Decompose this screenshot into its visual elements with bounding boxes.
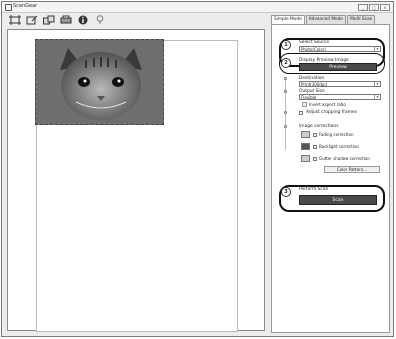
- fading-checkbox[interactable]: [313, 133, 317, 137]
- gutter-checkbox[interactable]: [313, 157, 317, 161]
- preview-button[interactable]: Preview: [299, 63, 377, 71]
- adjust-crop-checkbox[interactable]: [299, 111, 303, 115]
- step-number-2: 2: [281, 58, 291, 68]
- scangear-window: ScanGear _ □ × Simple Mode Advanced Mode…: [1, 1, 394, 337]
- step-dot: [284, 90, 287, 93]
- step-number-3: 3: [281, 187, 291, 197]
- preview-area[interactable]: [7, 29, 265, 332]
- close-button[interactable]: ×: [380, 4, 390, 11]
- minimize-button[interactable]: _: [358, 4, 368, 11]
- select-source-label: Select Source: [299, 40, 330, 45]
- multi-window-icon[interactable]: [42, 15, 55, 26]
- tab-simple-mode[interactable]: Simple Mode: [271, 15, 305, 24]
- output-size-value: Flexible: [301, 95, 317, 100]
- toolbar: [2, 13, 270, 27]
- select-source-dropdown[interactable]: Photo(Color) ▾: [299, 46, 381, 52]
- perform-scan-label: Perform Scan: [299, 187, 329, 192]
- backlight-label: Backlight correction: [319, 144, 359, 149]
- adjust-crop-label: Adjust cropping frames: [306, 110, 357, 115]
- image-corrections-label: Image corrections: [299, 124, 339, 129]
- color-pattern-button[interactable]: Color Pattern...: [324, 166, 380, 173]
- gutter-label: Gutter shadow correction: [319, 156, 370, 161]
- step-dot: [284, 111, 287, 114]
- maximize-button[interactable]: □: [369, 4, 379, 11]
- print-icon[interactable]: [59, 15, 72, 26]
- invert-aspect-label: Invert aspect ratio: [309, 102, 346, 107]
- settings-panel: Simple Mode Advanced Mode Multi Scan 1 S…: [271, 15, 390, 333]
- title-bar: ScanGear _ □ ×: [2, 2, 393, 13]
- auto-crop-icon[interactable]: [8, 15, 21, 26]
- preview-photo-kitten[interactable]: [35, 39, 164, 125]
- step-dot: [284, 77, 287, 80]
- select-source-value: Photo(Color): [301, 47, 326, 52]
- fading-thumbnail: [301, 131, 310, 138]
- chevron-down-icon: ▾: [374, 47, 380, 51]
- chevron-down-icon: ▾: [374, 95, 380, 99]
- chevron-down-icon: ▾: [374, 82, 380, 86]
- invert-aspect-button[interactable]: [302, 102, 307, 107]
- tab-advanced-mode[interactable]: Advanced Mode: [305, 15, 347, 24]
- destination-value: Print(300dpi): [301, 82, 328, 87]
- destination-dropdown[interactable]: Print(300dpi) ▾: [299, 81, 381, 87]
- backlight-checkbox[interactable]: [313, 145, 317, 149]
- info-icon[interactable]: [76, 15, 89, 26]
- step-dot: [284, 125, 287, 128]
- step-number-1: 1: [281, 40, 291, 50]
- mode-tabs: Simple Mode Advanced Mode Multi Scan: [271, 15, 390, 24]
- crop-edit-icon[interactable]: [25, 15, 38, 26]
- scan-button[interactable]: Scan: [299, 195, 377, 205]
- fading-label: Fading correction: [319, 132, 354, 137]
- gutter-thumbnail: [301, 155, 310, 162]
- simple-mode-body: 1 Select Source Photo(Color) ▾ 2 Display…: [271, 24, 390, 333]
- output-size-dropdown[interactable]: Flexible ▾: [299, 94, 381, 100]
- app-icon: [5, 4, 12, 11]
- window-title: ScanGear: [13, 3, 38, 9]
- help-icon[interactable]: [93, 15, 106, 26]
- backlight-thumbnail: [301, 143, 310, 150]
- tab-multi-scan[interactable]: Multi Scan: [347, 15, 376, 24]
